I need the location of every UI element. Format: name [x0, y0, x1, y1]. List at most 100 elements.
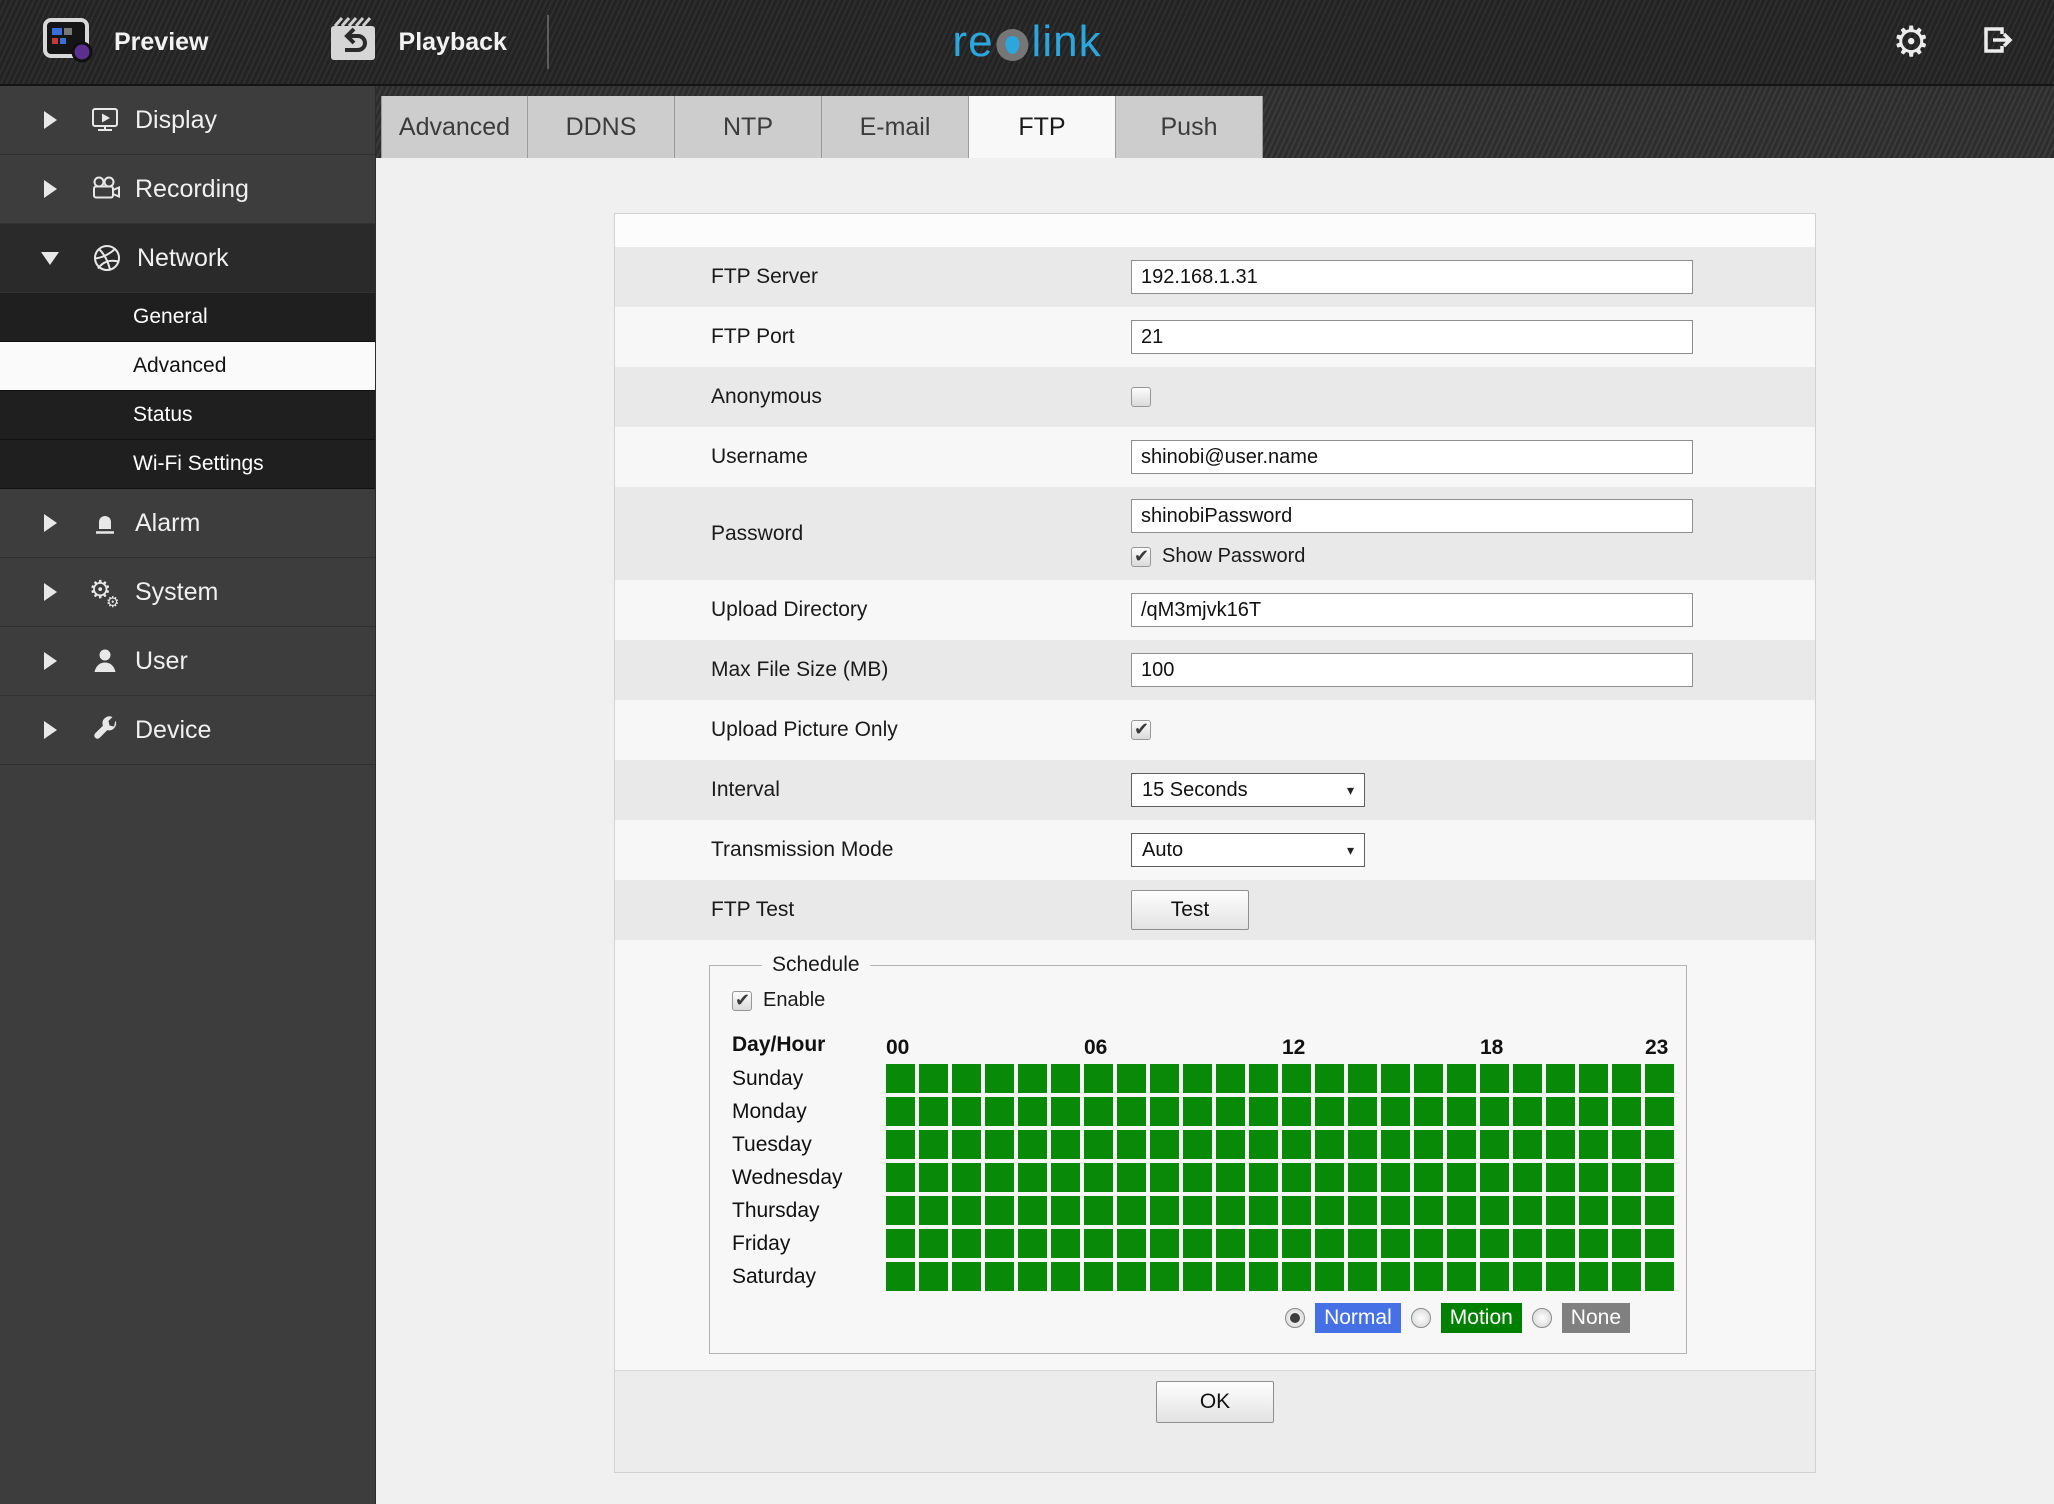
schedule-cell[interactable]	[886, 1229, 915, 1258]
sidebar-subitem-status[interactable]: Status	[0, 391, 375, 440]
schedule-cell[interactable]	[1216, 1229, 1245, 1258]
schedule-cell[interactable]	[1282, 1262, 1311, 1291]
username-input[interactable]	[1131, 440, 1693, 474]
schedule-cell[interactable]	[1447, 1196, 1476, 1225]
schedule-cell[interactable]	[1612, 1064, 1641, 1093]
schedule-cell[interactable]	[1579, 1262, 1608, 1291]
schedule-cell[interactable]	[1084, 1163, 1113, 1192]
schedule-cell[interactable]	[1612, 1229, 1641, 1258]
schedule-cell[interactable]	[1084, 1196, 1113, 1225]
schedule-cell[interactable]	[1513, 1064, 1542, 1093]
ftp-server-input[interactable]	[1131, 260, 1693, 294]
schedule-cell[interactable]	[1051, 1130, 1080, 1159]
schedule-cell[interactable]	[1348, 1064, 1377, 1093]
schedule-cell[interactable]	[1282, 1229, 1311, 1258]
tab-ntp[interactable]: NTP	[675, 96, 822, 158]
schedule-cell[interactable]	[1183, 1229, 1212, 1258]
schedule-cell[interactable]	[1414, 1163, 1443, 1192]
schedule-cell[interactable]	[1546, 1130, 1575, 1159]
schedule-cell[interactable]	[1018, 1097, 1047, 1126]
schedule-cell[interactable]	[1612, 1262, 1641, 1291]
schedule-cell[interactable]	[886, 1130, 915, 1159]
schedule-cell[interactable]	[1645, 1064, 1674, 1093]
schedule-cell[interactable]	[1513, 1163, 1542, 1192]
schedule-cell[interactable]	[952, 1097, 981, 1126]
schedule-cell[interactable]	[985, 1196, 1014, 1225]
sidebar-item-display[interactable]: Display	[0, 86, 375, 155]
schedule-cell[interactable]	[1480, 1196, 1509, 1225]
schedule-cell[interactable]	[1381, 1130, 1410, 1159]
schedule-cell[interactable]	[1480, 1064, 1509, 1093]
sidebar-item-recording[interactable]: Recording	[0, 155, 375, 224]
schedule-cell[interactable]	[985, 1130, 1014, 1159]
schedule-cell[interactable]	[1414, 1130, 1443, 1159]
schedule-cell[interactable]	[919, 1229, 948, 1258]
schedule-cell[interactable]	[1216, 1196, 1245, 1225]
schedule-cell[interactable]	[1381, 1097, 1410, 1126]
schedule-cell[interactable]	[919, 1196, 948, 1225]
schedule-cell[interactable]	[1282, 1064, 1311, 1093]
sidebar-item-user[interactable]: User	[0, 627, 375, 696]
schedule-cell[interactable]	[1051, 1064, 1080, 1093]
sidebar-item-device[interactable]: Device	[0, 696, 375, 765]
schedule-cell[interactable]	[1546, 1064, 1575, 1093]
schedule-cell[interactable]	[1579, 1163, 1608, 1192]
schedule-cell[interactable]	[1612, 1130, 1641, 1159]
schedule-cell[interactable]	[1084, 1262, 1113, 1291]
schedule-cell[interactable]	[1480, 1229, 1509, 1258]
schedule-cell[interactable]	[1579, 1229, 1608, 1258]
schedule-cell[interactable]	[1315, 1064, 1344, 1093]
schedule-cell[interactable]	[1183, 1196, 1212, 1225]
schedule-cell[interactable]	[1282, 1097, 1311, 1126]
schedule-cell[interactable]	[1084, 1130, 1113, 1159]
schedule-cell[interactable]	[1183, 1163, 1212, 1192]
schedule-cell[interactable]	[1051, 1097, 1080, 1126]
schedule-cell[interactable]	[1150, 1130, 1179, 1159]
schedule-cell[interactable]	[1282, 1196, 1311, 1225]
schedule-cell[interactable]	[1447, 1064, 1476, 1093]
schedule-cell[interactable]	[1117, 1262, 1146, 1291]
schedule-cell[interactable]	[952, 1064, 981, 1093]
schedule-cell[interactable]	[1612, 1097, 1641, 1126]
schedule-cell[interactable]	[1051, 1163, 1080, 1192]
schedule-cell[interactable]	[1183, 1097, 1212, 1126]
schedule-cell[interactable]	[985, 1229, 1014, 1258]
schedule-cell[interactable]	[1513, 1229, 1542, 1258]
schedule-cell[interactable]	[1249, 1097, 1278, 1126]
sidebar-item-alarm[interactable]: Alarm	[0, 489, 375, 558]
schedule-cell[interactable]	[1282, 1130, 1311, 1159]
schedule-cell[interactable]	[1315, 1130, 1344, 1159]
schedule-cell[interactable]	[1546, 1262, 1575, 1291]
schedule-cell[interactable]	[1381, 1064, 1410, 1093]
transmission-mode-select[interactable]: Auto ▾	[1131, 833, 1365, 867]
schedule-cell[interactable]	[1315, 1163, 1344, 1192]
schedule-cell[interactable]	[1084, 1097, 1113, 1126]
schedule-cell[interactable]	[952, 1130, 981, 1159]
max-file-size-mb-input[interactable]	[1131, 653, 1693, 687]
schedule-cell[interactable]	[1018, 1064, 1047, 1093]
schedule-cell[interactable]	[1150, 1064, 1179, 1093]
schedule-cell[interactable]	[1315, 1196, 1344, 1225]
schedule-cell[interactable]	[1150, 1097, 1179, 1126]
sidebar-subitem-wi-fi-settings[interactable]: Wi-Fi Settings	[0, 440, 375, 489]
schedule-cell[interactable]	[985, 1262, 1014, 1291]
schedule-cell[interactable]	[1117, 1130, 1146, 1159]
schedule-cell[interactable]	[1579, 1130, 1608, 1159]
schedule-cell[interactable]	[1315, 1097, 1344, 1126]
schedule-cell[interactable]	[1546, 1196, 1575, 1225]
tab-ddns[interactable]: DDNS	[528, 96, 675, 158]
schedule-cell[interactable]	[1183, 1130, 1212, 1159]
sidebar-subitem-advanced[interactable]: Advanced	[0, 342, 375, 391]
schedule-cell[interactable]	[1216, 1262, 1245, 1291]
schedule-cell[interactable]	[886, 1064, 915, 1093]
schedule-cell[interactable]	[1645, 1097, 1674, 1126]
schedule-cell[interactable]	[886, 1196, 915, 1225]
schedule-cell[interactable]	[1579, 1097, 1608, 1126]
interval-select[interactable]: 15 Seconds ▾	[1131, 773, 1365, 807]
schedule-cell[interactable]	[1612, 1163, 1641, 1192]
schedule-cell[interactable]	[1480, 1097, 1509, 1126]
schedule-cell[interactable]	[1084, 1229, 1113, 1258]
schedule-cell[interactable]	[1216, 1130, 1245, 1159]
schedule-cell[interactable]	[1645, 1229, 1674, 1258]
schedule-cell[interactable]	[1216, 1163, 1245, 1192]
